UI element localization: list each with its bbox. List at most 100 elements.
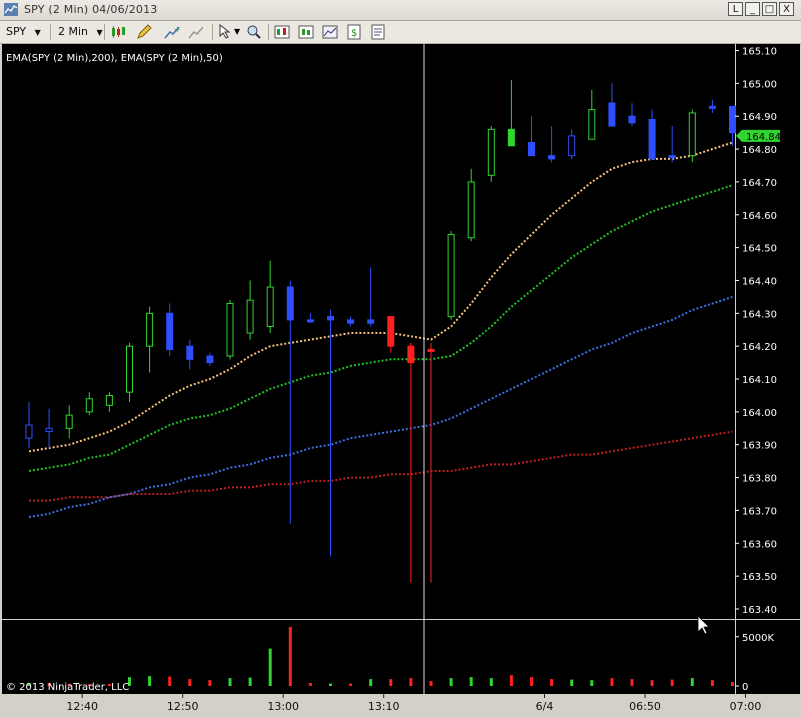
properties-icon[interactable] (370, 24, 386, 40)
chart-style-icon[interactable] (322, 24, 338, 40)
volume-bar (429, 681, 433, 686)
volume-bar (690, 678, 694, 686)
y-tick-label: 164.30 (742, 309, 777, 320)
candle-body (306, 319, 314, 323)
volume-bar (329, 683, 332, 686)
candle-body (146, 312, 154, 347)
candle-body (25, 424, 33, 439)
candle-body (126, 345, 133, 393)
zoom-in-icon[interactable] (246, 24, 262, 40)
chart-trader-icon[interactable] (298, 24, 314, 40)
svg-text:+: + (174, 25, 180, 34)
toolbar-divider (50, 24, 51, 40)
candle-body (286, 286, 294, 321)
maximize-button[interactable]: □ (762, 2, 777, 16)
toolbar-divider (268, 24, 269, 40)
candle-body (105, 394, 113, 406)
current-price-label: 164.84 (746, 132, 781, 143)
y-tick-label: 164.90 (742, 112, 777, 123)
y-tick-label: 165.10 (742, 47, 777, 58)
candle-body (447, 233, 455, 318)
candle[interactable] (487, 126, 495, 182)
toolbar-divider (212, 24, 213, 40)
candle-body (708, 105, 716, 109)
y-tick-label: 164.20 (742, 342, 777, 353)
y-tick-label: 164.60 (742, 211, 777, 222)
candle-body (186, 345, 194, 360)
candle-body (166, 312, 174, 350)
candle-body (427, 348, 435, 352)
chart-app-icon (4, 3, 18, 16)
candle[interactable] (226, 300, 234, 360)
volume-bar (389, 679, 393, 686)
svg-text:$: $ (351, 28, 357, 39)
instrument-selector[interactable]: SPY ▼ (6, 23, 41, 41)
price-chart[interactable]: EMA(SPY (2 Min),200), EMA(SPY (2 Min),50… (2, 44, 800, 717)
x-tick-label: 13:10 (368, 700, 400, 713)
y-tick-label: 165.00 (742, 79, 777, 90)
price-panel[interactable] (2, 44, 735, 619)
y-tick-label: 163.60 (742, 539, 777, 550)
candle-body (65, 414, 73, 429)
close-button[interactable]: X (779, 2, 794, 16)
y-tick-label: 163.80 (742, 474, 777, 485)
volume-bar (509, 675, 513, 686)
zoom-cursor-icon[interactable] (218, 24, 234, 40)
y-tick-label: 164.80 (742, 145, 777, 156)
x-tick-label: 12:40 (66, 700, 98, 713)
copyright-text: © 2013 NinjaTrader, LLC (6, 682, 129, 693)
volume-bar (630, 679, 634, 686)
volume-bar (148, 676, 152, 686)
volume-bar (168, 676, 172, 686)
strategy-icon[interactable] (188, 24, 204, 40)
pencil-draw-icon[interactable] (136, 24, 152, 40)
add-indicator-icon[interactable]: + (164, 24, 180, 40)
volume-bar (590, 680, 594, 686)
volume-bar (228, 678, 232, 686)
y-tick-label: 164.70 (742, 178, 777, 189)
minimize-button[interactable]: _ (745, 2, 760, 16)
candle-body (528, 141, 535, 157)
y-tick-label: 163.50 (742, 572, 777, 583)
y-tick-label: 163.90 (742, 441, 777, 452)
volume-bar (449, 678, 453, 686)
candle[interactable] (688, 109, 696, 163)
candle-body (367, 319, 375, 324)
x-tick-label: 6/4 (536, 700, 554, 713)
bar-type-icon[interactable] (110, 24, 126, 40)
candle-body (246, 299, 254, 334)
title-bar[interactable]: SPY (2 Min) 04/06/2013 L _ □ X (0, 0, 801, 21)
volume-bar (409, 678, 413, 686)
x-tick-label: 13:00 (267, 700, 299, 713)
current-price-badge: 164.84 (736, 129, 781, 143)
volume-zero-label: 0 (742, 682, 748, 693)
chevron-down-icon: ▼ (96, 28, 103, 37)
candle-body (668, 155, 676, 159)
interval-selector[interactable]: 2 Min ▼ (58, 23, 103, 41)
y-tick-label: 163.40 (742, 605, 777, 616)
data-box-icon[interactable] (274, 24, 290, 40)
x-axis-strip (2, 694, 800, 717)
candle-body (467, 181, 475, 239)
y-tick-label: 163.70 (742, 506, 777, 517)
candle-body (487, 128, 495, 176)
candle[interactable] (447, 231, 455, 320)
y-tick-label: 164.40 (742, 276, 777, 287)
x-tick-label: 12:50 (167, 700, 199, 713)
toolbar-divider (104, 24, 105, 40)
volume-bar (288, 626, 292, 686)
candle-body (266, 286, 274, 327)
interval-label: 2 Min (58, 25, 89, 38)
chart-toolbar: SPY ▼ 2 Min ▼ + ▼ $ (0, 21, 801, 44)
volume-tick-label: 5000K (742, 633, 774, 644)
volume-bar (308, 683, 312, 686)
x-tick-label: 06:50 (629, 700, 661, 713)
y-tick-label: 164.10 (742, 375, 777, 386)
dollar-icon[interactable]: $ (346, 24, 362, 40)
volume-bar (248, 677, 252, 686)
candle-body (688, 112, 696, 157)
link-button[interactable]: L (728, 2, 743, 16)
y-tick-label: 164.50 (742, 244, 777, 255)
chevron-down-icon[interactable]: ▼ (234, 27, 240, 36)
volume-bar (550, 679, 554, 686)
